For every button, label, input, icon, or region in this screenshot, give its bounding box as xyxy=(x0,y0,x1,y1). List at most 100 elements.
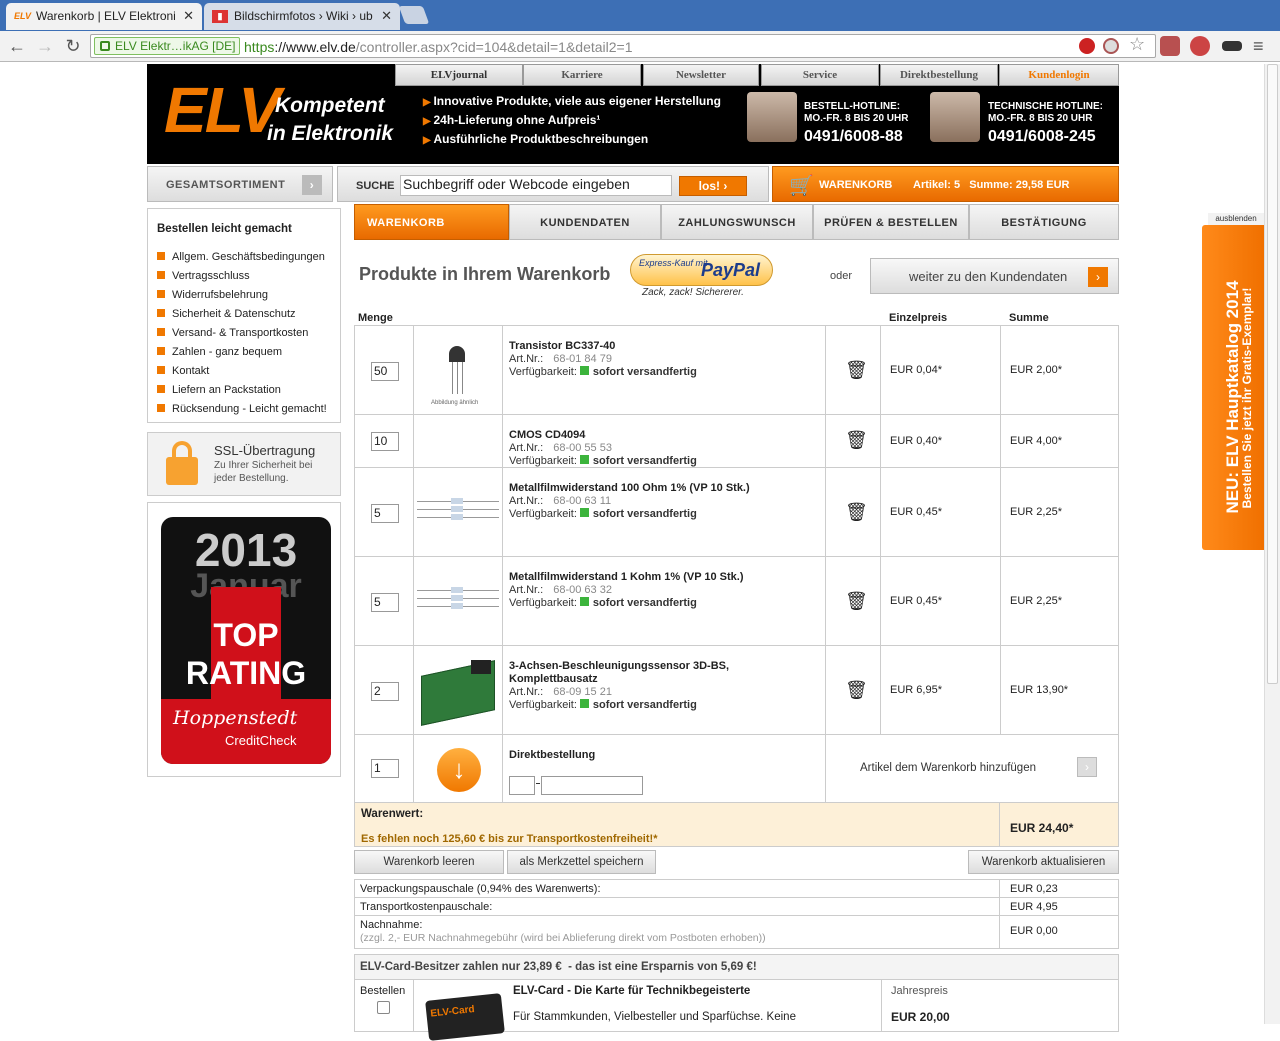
product-name[interactable]: Metallfilmwiderstand 1 Kohm 1% (VP 10 St… xyxy=(509,571,744,584)
bullet-icon xyxy=(157,385,165,393)
unit-price: EUR 6,95* xyxy=(890,684,942,696)
step-kundendaten[interactable]: KUNDENDATEN xyxy=(509,204,661,240)
add-to-cart-button[interactable]: › xyxy=(1077,757,1097,777)
trash-icon[interactable]: 🗑 xyxy=(845,502,868,524)
direct-order-row: 1 ↓ Direktbestellung Artikel dem Warenko… xyxy=(354,734,1119,803)
sidebar-link-label: Versand- & Transportkosten xyxy=(172,327,309,339)
card-checkbox[interactable] xyxy=(377,1001,390,1014)
table-row: 50 Abbildung ähnlich Transistor BC337-40… xyxy=(354,325,1119,415)
url-path: /controller.aspx?cid=104&detail=1&detail… xyxy=(355,39,633,55)
adblock-icon[interactable] xyxy=(1079,38,1095,54)
product-image[interactable] xyxy=(415,493,501,533)
bookmark-star-icon[interactable]: ☆ xyxy=(1129,35,1147,53)
product-name[interactable]: 3-Achsen-Beschleunigungssensor 3D-BS, xyxy=(509,660,729,673)
checkout-steps: WARENKORB KUNDENDATEN ZAHLUNGSWUNSCH PRÜ… xyxy=(354,204,1119,240)
new-tab-button[interactable] xyxy=(398,6,430,24)
scrollbar-thumb[interactable] xyxy=(1267,64,1278,684)
step-warenkorb[interactable]: WARENKORB xyxy=(354,204,509,240)
bullet-icon xyxy=(157,347,165,355)
sidebar-link[interactable]: Zahlen - ganz bequem xyxy=(157,346,282,358)
quantity-input[interactable]: 5 xyxy=(371,593,399,612)
webcode-prefix-input[interactable] xyxy=(509,776,535,795)
continue-button[interactable]: weiter zu den Kundendaten › xyxy=(870,258,1119,294)
paypal-express-button[interactable]: Express-Kauf mit PayPal xyxy=(630,254,773,286)
sidebar-link[interactable]: Rücksendung - Leicht gemacht! xyxy=(157,403,327,415)
gesamtsortiment-button[interactable]: GESAMTSORTIMENT › xyxy=(147,166,333,202)
product-image[interactable]: Abbildung ähnlich xyxy=(415,332,501,412)
product-name[interactable]: Transistor BC337-40 xyxy=(509,340,615,353)
col-menge: Menge xyxy=(358,312,393,324)
quantity-input[interactable]: 10 xyxy=(371,432,399,451)
nav-newsletter[interactable]: Newsletter xyxy=(643,64,759,86)
trash-icon[interactable]: 🗑 xyxy=(845,430,868,452)
elv-logo[interactable]: ELV xyxy=(164,78,281,142)
elv-card-offer: ELV-Card-Besitzer zahlen nur 23,89 € - d… xyxy=(354,954,1119,1041)
reload-icon[interactable]: ↻ xyxy=(62,35,84,57)
back-icon[interactable]: ← xyxy=(6,35,28,57)
step-bestaetigung[interactable]: BESTÄTIGUNG xyxy=(969,204,1119,240)
webcode-input[interactable] xyxy=(541,776,643,795)
tab-warenkorb[interactable]: ELV Warenkorb | ELV Elektroni ✕ xyxy=(6,3,202,30)
catalog-promo[interactable]: ausblenden NEU: ELV Hauptkatalog 2014 Be… xyxy=(1202,213,1264,550)
nav-kundenlogin[interactable]: Kundenlogin xyxy=(999,64,1119,86)
direct-quantity-input[interactable]: 1 xyxy=(371,759,399,778)
menu-icon[interactable]: ≡ xyxy=(1253,36,1273,56)
avail-value: sofort versandfertig xyxy=(592,366,697,378)
cost-value: EUR 0,23 xyxy=(1010,883,1058,895)
product-image[interactable] xyxy=(415,658,501,726)
extension-gear-icon[interactable] xyxy=(1190,36,1210,56)
sidebar-link[interactable]: Sicherheit & Datenschutz xyxy=(157,308,296,320)
artnr-label: Art.Nr.: xyxy=(509,353,544,365)
cart-summary[interactable]: 🛒 WARENKORB Artikel: 5 Summe: 29,58 EUR xyxy=(772,166,1119,202)
quantity-input[interactable]: 50 xyxy=(371,362,399,381)
trash-icon[interactable]: 🗑 xyxy=(845,360,868,382)
promo-hide-link[interactable]: ausblenden xyxy=(1208,213,1264,225)
clear-cart-button[interactable]: Warenkorb leeren xyxy=(354,850,504,874)
product-name[interactable]: CMOS CD4094 xyxy=(509,429,585,442)
sidebar-link[interactable]: Versand- & Transportkosten xyxy=(157,327,308,339)
available-icon xyxy=(579,366,589,375)
update-cart-button[interactable]: Warenkorb aktualisieren xyxy=(968,850,1119,874)
trash-icon[interactable]: 🗑 xyxy=(845,591,868,613)
save-wishlist-button[interactable]: als Merkzettel speichern xyxy=(507,850,656,874)
product-name-line2[interactable]: Komplettbausatz xyxy=(509,673,598,686)
quantity-input[interactable]: 2 xyxy=(371,682,399,701)
benefit-3: Ausführliche Produktbeschreibungen xyxy=(423,132,648,146)
ssl-badge[interactable]: ELV Elektr…ikAG [DE] xyxy=(94,37,241,55)
sidebar-link[interactable]: Allgem. Geschäftsbedingungen xyxy=(157,251,325,263)
search-submit-button[interactable]: los! › xyxy=(679,176,747,196)
search-input[interactable]: Suchbegriff oder Webcode eingeben xyxy=(400,175,672,196)
sidebar-link[interactable]: Widerrufsbelehrung xyxy=(157,289,268,301)
oder-label: oder xyxy=(830,270,853,282)
close-tab-icon[interactable]: ✕ xyxy=(183,8,194,24)
step-zahlungswunsch[interactable]: ZAHLUNGSWUNSCH xyxy=(661,204,813,240)
artnr-value: 68-00 55 53 xyxy=(553,442,612,454)
card-name[interactable]: ELV-Card - Die Karte für Technikbegeiste… xyxy=(513,985,750,997)
sidebar-link[interactable]: Vertragsschluss xyxy=(157,270,250,282)
nav-direktbestellung[interactable]: Direktbestellung xyxy=(880,64,998,86)
quantity-input[interactable]: 5 xyxy=(371,504,399,523)
table-row: 5 Metallfilmwiderstand 1 Kohm 1% (VP 10 … xyxy=(354,556,1119,646)
cost-label: Verpackungspauschale (0,94% des Warenwer… xyxy=(360,883,601,895)
cookie-icon[interactable] xyxy=(1103,38,1119,54)
extension-mask-icon[interactable] xyxy=(1222,41,1242,51)
nav-service[interactable]: Service xyxy=(761,64,879,86)
step-pruefen[interactable]: PRÜFEN & BESTELLEN xyxy=(813,204,969,240)
nav-karriere[interactable]: Karriere xyxy=(523,64,641,86)
nav-elvjournal[interactable]: ELVjournal xyxy=(395,64,523,86)
trash-icon[interactable]: 🗑 xyxy=(845,680,868,702)
product-name[interactable]: Metallfilmwiderstand 100 Ohm 1% (VP 10 S… xyxy=(509,482,750,495)
extension-icon[interactable] xyxy=(1160,36,1180,56)
add-to-cart-label[interactable]: Artikel dem Warenkorb hinzufügen xyxy=(860,762,1036,774)
ssl-label: ELV Elektr…ikAG [DE] xyxy=(115,39,236,53)
product-image[interactable] xyxy=(415,582,501,622)
forward-icon[interactable]: → xyxy=(34,35,56,57)
tab-wiki[interactable]: ▮ Bildschirmfotos › Wiki › ub ✕ xyxy=(204,3,400,30)
close-tab-icon[interactable]: ✕ xyxy=(381,8,392,24)
address-bar[interactable]: ELV Elektr…ikAG [DE] https://www.elv.de/… xyxy=(90,34,1156,58)
sidebar-link-label: Rücksendung - Leicht gemacht! xyxy=(172,403,327,415)
page-scrollbar[interactable] xyxy=(1264,64,1280,1024)
elv-favicon: ELV xyxy=(14,11,32,21)
sidebar-link[interactable]: Liefern an Packstation xyxy=(157,384,281,396)
sidebar-link[interactable]: Kontakt xyxy=(157,365,209,377)
